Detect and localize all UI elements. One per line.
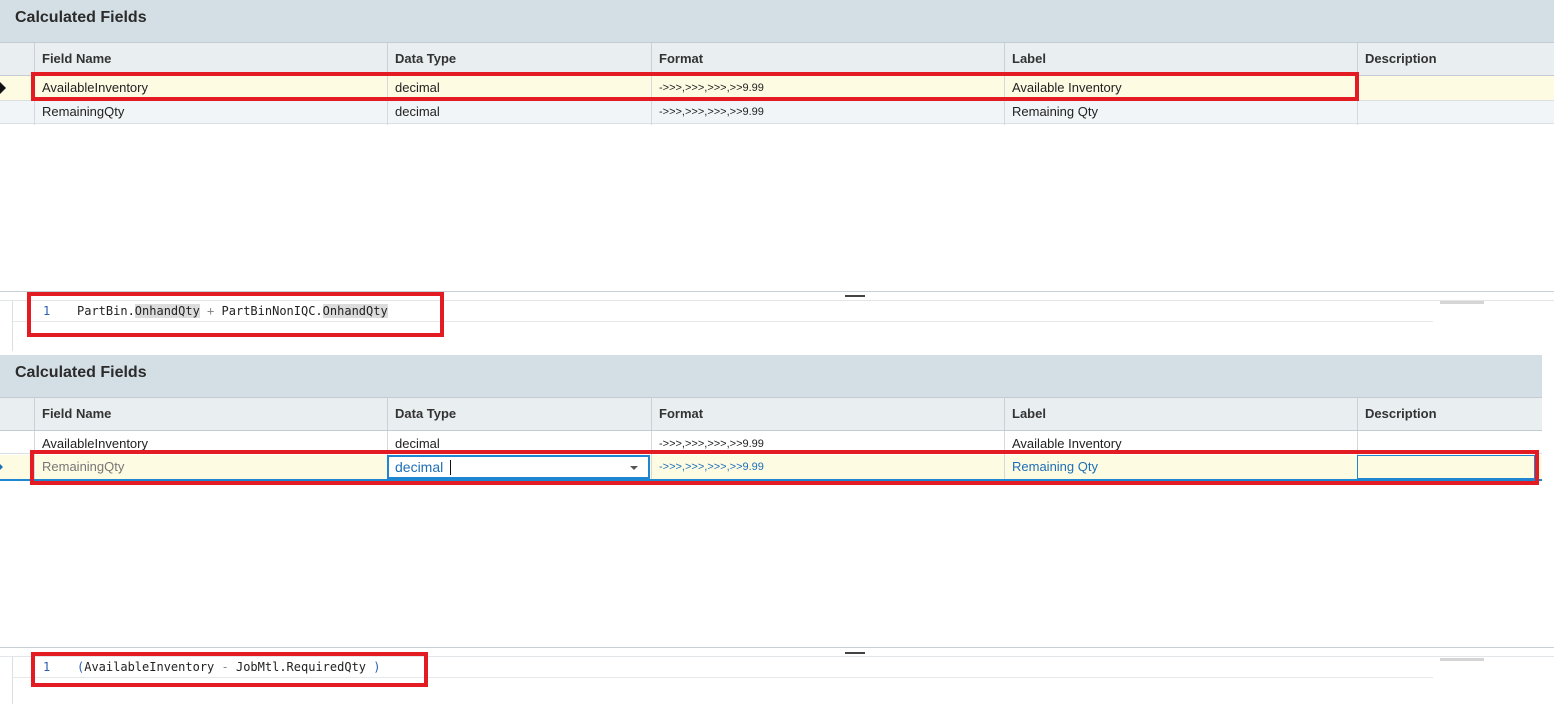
column-header-field-name[interactable]: Field Name [34,398,387,430]
column-header-format[interactable]: Format [651,398,1004,430]
token-field: JobMtl.RequiredQty [235,660,367,674]
panel-header: Calculated Fields [0,355,1542,397]
panel-header: Calculated Fields [0,0,1554,42]
cell-format[interactable]: ->>>,>>>,>>>,>>9.99 [651,101,1004,125]
table-row[interactable]: RemainingQty decimal ->>>,>>>,>>>,>>9.99… [0,455,1542,481]
column-header-description[interactable]: Description [1357,398,1542,430]
token-paren: ) [366,660,381,674]
data-type-dropdown[interactable]: decimal [387,455,650,479]
token-field: AvailableInventory [84,660,215,674]
cell-format[interactable]: ->>>,>>>,>>>,>>9.99 [651,455,1004,479]
column-header-description[interactable]: Description [1357,43,1554,75]
text-caret [450,460,451,475]
column-header-data-type[interactable]: Data Type [387,43,651,75]
column-header-format[interactable]: Format [651,43,1004,75]
row-pointer-icon [0,464,3,470]
cell-label[interactable]: Remaining Qty [1004,101,1357,125]
data-type-value[interactable]: decimal [395,457,443,477]
token-field: OnhandQty [322,304,388,318]
token-table: PartBin. [77,304,135,318]
cell-format[interactable]: ->>>,>>>,>>>,>>9.99 [651,431,1004,455]
grid-header: Field Name Data Type Format Label Descri… [0,397,1542,431]
cell-description[interactable] [1357,431,1542,455]
code-line[interactable]: 1 (AvailableInventory - JobMtl.RequiredQ… [13,657,1433,678]
expression-code[interactable]: (AvailableInventory - JobMtl.RequiredQty… [77,657,380,677]
expression-code[interactable]: PartBin.OnhandQty + PartBinNonIQC.Onhand… [77,301,388,321]
cell-field-name[interactable]: AvailableInventory [34,76,387,100]
code-line[interactable]: 1 PartBin.OnhandQty + PartBinNonIQC.Onha… [13,301,1433,322]
panel-title: Calculated Fields [15,364,147,381]
drag-handle-icon[interactable] [845,652,865,654]
table-row[interactable]: AvailableInventory decimal ->>>,>>>,>>>,… [0,431,1542,455]
cell-data-type[interactable]: decimal [387,431,651,455]
cell-format[interactable]: ->>>,>>>,>>>,>>9.99 [651,76,1004,100]
token-operator: - [214,660,236,674]
table-row[interactable]: RemainingQty decimal ->>>,>>>,>>>,>>9.99… [0,101,1554,125]
token-operator: + [199,304,222,318]
table-row[interactable]: AvailableInventory decimal ->>>,>>>,>>>,… [0,76,1554,101]
cell-description[interactable] [1357,101,1554,125]
column-header-field-name[interactable]: Field Name [34,43,387,75]
cell-label[interactable]: Remaining Qty [1004,455,1357,479]
row-indicator[interactable] [0,431,33,455]
row-pointer-icon [0,82,6,94]
cell-field-name[interactable]: RemainingQty [34,455,387,479]
editor-minimap[interactable] [1440,658,1484,661]
cell-label[interactable]: Available Inventory [1004,76,1357,100]
cell-label[interactable]: Available Inventory [1004,431,1357,455]
editor-minimap[interactable] [1440,301,1484,304]
column-header-label[interactable]: Label [1004,398,1357,430]
line-number: 1 [43,304,51,318]
grid-header: Field Name Data Type Format Label Descri… [0,42,1554,76]
column-header-label[interactable]: Label [1004,43,1357,75]
line-number: 1 [43,660,51,674]
cell-field-name[interactable]: AvailableInventory [34,431,387,455]
token-table: PartBinNonIQC. [221,304,323,318]
cell-description[interactable] [1357,455,1535,479]
token-field: OnhandQty [134,304,200,318]
splitter[interactable] [0,647,1554,648]
panel-title: Calculated Fields [15,9,147,26]
chevron-down-icon[interactable] [630,466,638,470]
expression-editor[interactable]: 1 PartBin.OnhandQty + PartBinNonIQC.Onha… [12,301,1433,351]
column-header-data-type[interactable]: Data Type [387,398,651,430]
row-indicator[interactable] [0,455,33,479]
drag-handle-icon[interactable] [845,295,865,297]
splitter[interactable] [0,291,1554,292]
cell-field-name[interactable]: RemainingQty [34,101,387,125]
cell-data-type[interactable]: decimal [387,101,651,125]
cell-description[interactable] [1357,76,1554,100]
cell-data-type[interactable]: decimal [387,76,651,100]
expression-editor[interactable]: 1 (AvailableInventory - JobMtl.RequiredQ… [12,657,1433,704]
row-indicator[interactable] [0,76,33,100]
row-indicator[interactable] [0,101,33,125]
